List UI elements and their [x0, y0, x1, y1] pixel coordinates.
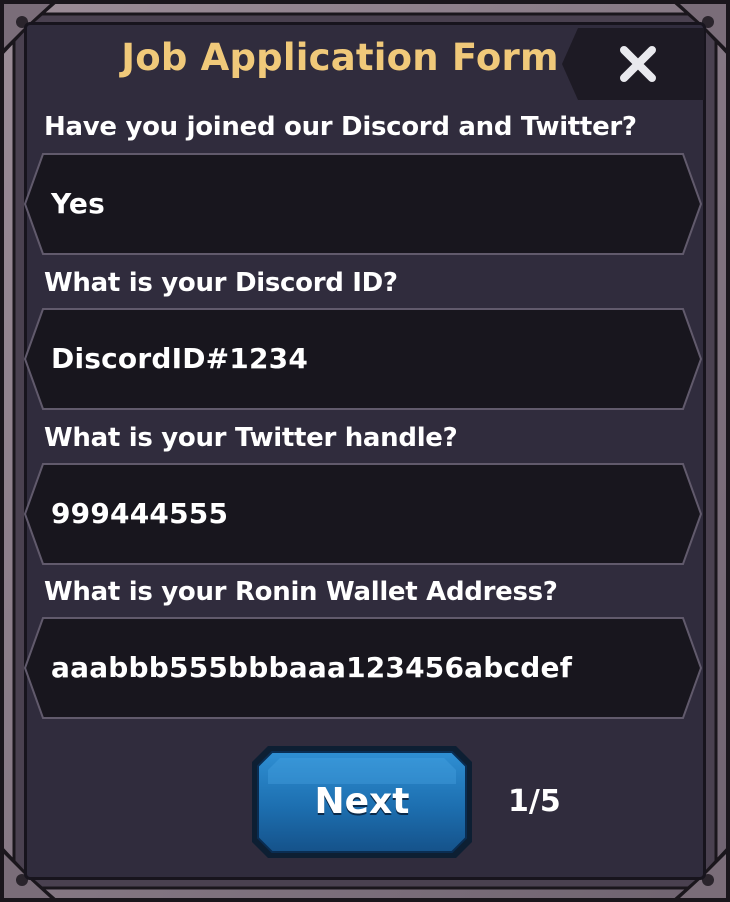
close-button[interactable]	[612, 38, 664, 90]
question-label-twitter-handle: What is your Twitter handle?	[44, 423, 458, 453]
answer-field-discord-id[interactable]: DiscordID#1234	[23, 307, 703, 411]
answer-value: Yes	[51, 187, 105, 220]
job-application-dialog: Job Application Form Have you joined our…	[0, 0, 730, 902]
page-indicator: 1/5	[508, 784, 561, 819]
question-label-discord-twitter: Have you joined our Discord and Twitter?	[44, 112, 637, 142]
question-label-ronin-wallet: What is your Ronin Wallet Address?	[44, 577, 558, 607]
next-button-label: Next	[314, 781, 410, 822]
answer-value: aaabbb555bbbaaa123456abcdef	[51, 651, 573, 684]
answer-field-discord-twitter[interactable]: Yes	[23, 152, 703, 256]
question-label-discord-id: What is your Discord ID?	[44, 268, 398, 298]
answer-value: 999444555	[51, 497, 229, 530]
answer-value: DiscordID#1234	[51, 342, 309, 375]
close-x-icon	[620, 46, 656, 82]
dialog-title: Job Application Form	[121, 36, 559, 79]
answer-field-ronin-wallet[interactable]: aaabbb555bbbaaa123456abcdef	[23, 616, 703, 720]
answer-field-twitter-handle[interactable]: 999444555	[23, 462, 703, 566]
next-button[interactable]: Next	[250, 744, 474, 860]
